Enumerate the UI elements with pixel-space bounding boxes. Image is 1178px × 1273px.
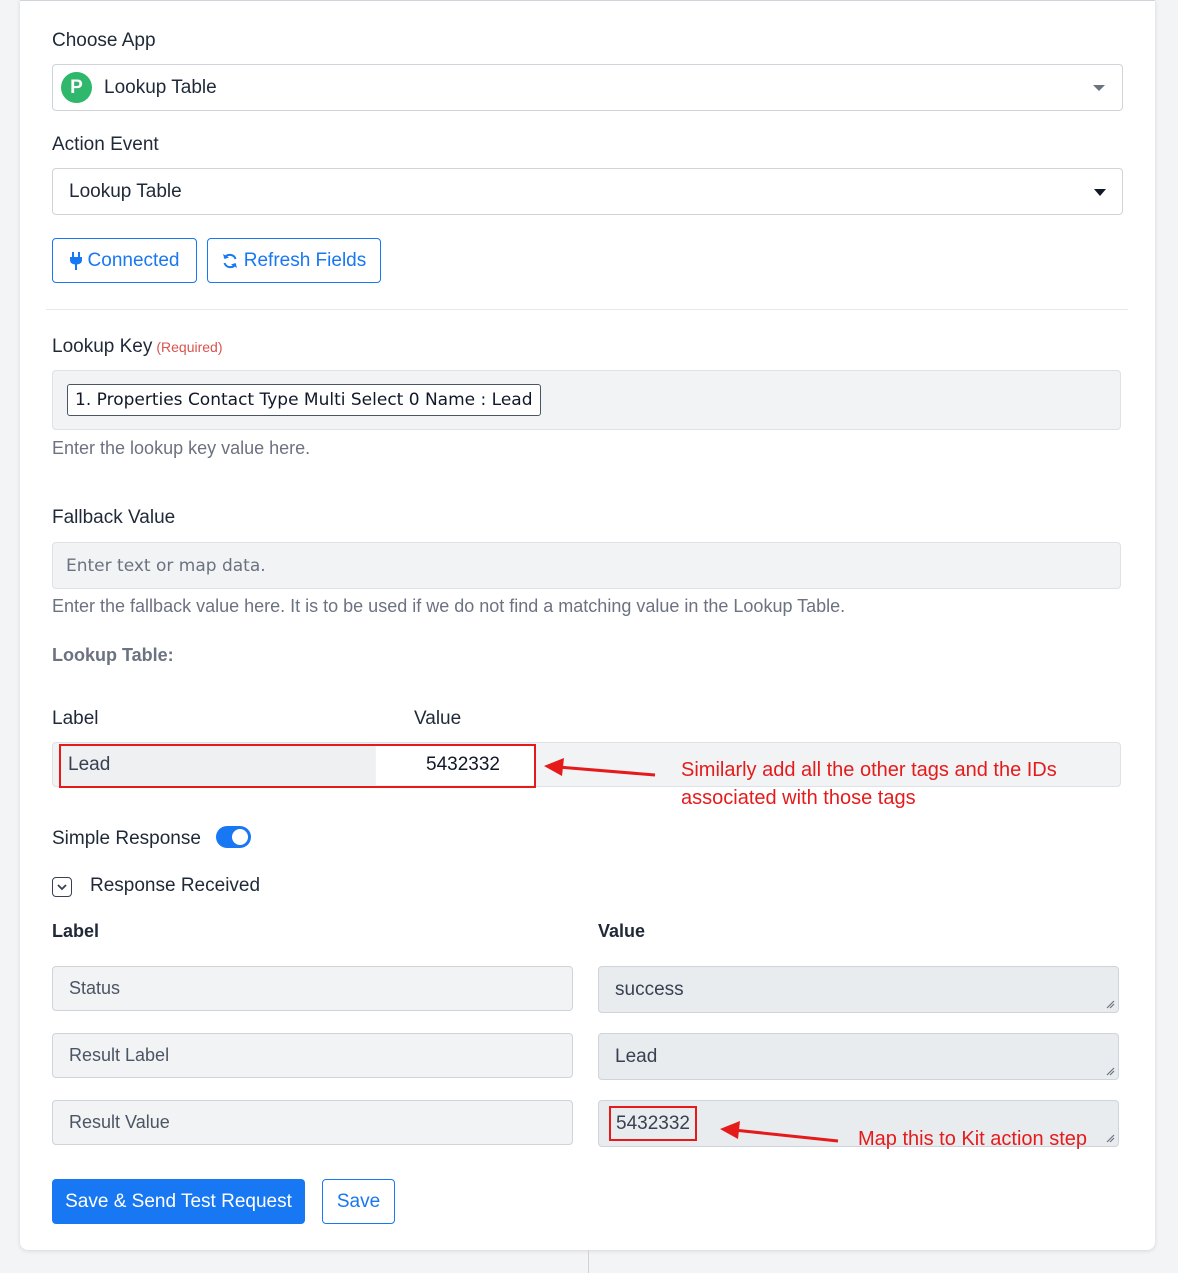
response-row-value-result-label[interactable]: Lead — [598, 1033, 1119, 1080]
resize-handle-icon[interactable] — [1105, 1133, 1115, 1143]
fallback-value-input[interactable]: Enter text or map data. — [52, 542, 1121, 589]
lookup-key-title: Lookup Key — [52, 336, 153, 357]
connector-line — [588, 1250, 589, 1273]
save-send-test-button[interactable]: Save & Send Test Request — [52, 1179, 305, 1224]
fallback-value-label: Fallback Value — [52, 507, 176, 528]
chevron-down-icon — [1094, 188, 1106, 196]
response-label-header: Label — [52, 921, 100, 941]
refresh-fields-button[interactable]: Refresh Fields — [207, 238, 381, 283]
response-row-label-result-label: Result Label — [52, 1033, 573, 1078]
refresh-icon — [222, 253, 237, 268]
simple-response-toggle[interactable] — [216, 826, 251, 848]
result-value-label: Result Value — [69, 1112, 170, 1132]
app-logo-letter: P — [70, 76, 83, 98]
lookup-key-label: Lookup Key (Required) — [52, 336, 223, 358]
response-row-label-result-value: Result Value — [52, 1100, 573, 1145]
highlight-box — [59, 744, 536, 788]
status-label: Status — [69, 978, 121, 998]
result-value-value: 5432332 — [616, 1112, 690, 1134]
choose-app-label: Choose App — [52, 30, 156, 51]
toggle-knob — [232, 829, 248, 845]
required-badge: (Required) — [156, 339, 223, 355]
resize-handle-icon[interactable] — [1105, 999, 1115, 1009]
result-label-label: Result Label — [69, 1045, 170, 1065]
annotation-arrow-icon — [720, 1121, 839, 1143]
save-button[interactable]: Save — [322, 1179, 395, 1224]
response-row-value-status[interactable]: success — [598, 966, 1119, 1013]
section-divider — [46, 309, 1128, 310]
table-annotation-line1: Similarly add all the other tags and the… — [681, 759, 1057, 781]
table-annotation: Similarly add all the other tags and the… — [681, 756, 1057, 812]
resize-handle-icon[interactable] — [1105, 1066, 1115, 1076]
lookup-table-title: Lookup Table: — [52, 645, 174, 665]
fallback-placeholder: Enter text or map data. — [66, 555, 266, 576]
save-label: Save — [336, 1190, 381, 1212]
annotation-arrow-icon — [544, 758, 656, 777]
action-event-value: Lookup Table — [69, 180, 182, 202]
chevron-down-icon — [1093, 84, 1105, 91]
response-received-toggle[interactable] — [52, 877, 72, 897]
lookup-key-help: Enter the lookup key value here. — [52, 438, 311, 458]
save-send-test-label: Save & Send Test Request — [65, 1190, 292, 1212]
refresh-fields-label: Refresh Fields — [243, 249, 367, 271]
status-value: success — [615, 978, 684, 1000]
fallback-help: Enter the fallback value here. It is to … — [52, 596, 846, 616]
choose-app-select[interactable]: P Lookup Table — [52, 64, 1123, 111]
lookup-table-label-header: Label — [52, 708, 99, 729]
lookup-key-token[interactable]: 1. Properties Contact Type Multi Select … — [67, 384, 541, 416]
choose-app-value: Lookup Table — [104, 76, 217, 98]
action-event-select[interactable]: Lookup Table — [52, 168, 1123, 215]
result-label-value: Lead — [615, 1045, 658, 1067]
lookup-key-input[interactable]: 1. Properties Contact Type Multi Select … — [52, 370, 1121, 430]
table-annotation-line2: associated with those tags — [681, 787, 916, 809]
connected-button[interactable]: Connected — [52, 238, 197, 283]
lookup-table-value-header: Value — [414, 708, 462, 729]
connected-label: Connected — [87, 249, 180, 271]
chevron-down-icon — [57, 883, 67, 890]
lookup-table-app-icon: P — [61, 72, 92, 103]
result-annotation: Map this to Kit action step — [858, 1128, 1088, 1150]
response-received-label: Response Received — [90, 875, 261, 896]
top-border — [20, 0, 1155, 1]
response-row-label-status: Status — [52, 966, 573, 1011]
simple-response-label: Simple Response — [52, 828, 201, 849]
action-event-label: Action Event — [52, 134, 159, 155]
lookup-key-token-text: 1. Properties Contact Type Multi Select … — [75, 390, 533, 410]
plug-icon — [69, 251, 82, 270]
result-value-highlight: 5432332 — [609, 1106, 697, 1141]
response-value-header: Value — [598, 921, 646, 941]
